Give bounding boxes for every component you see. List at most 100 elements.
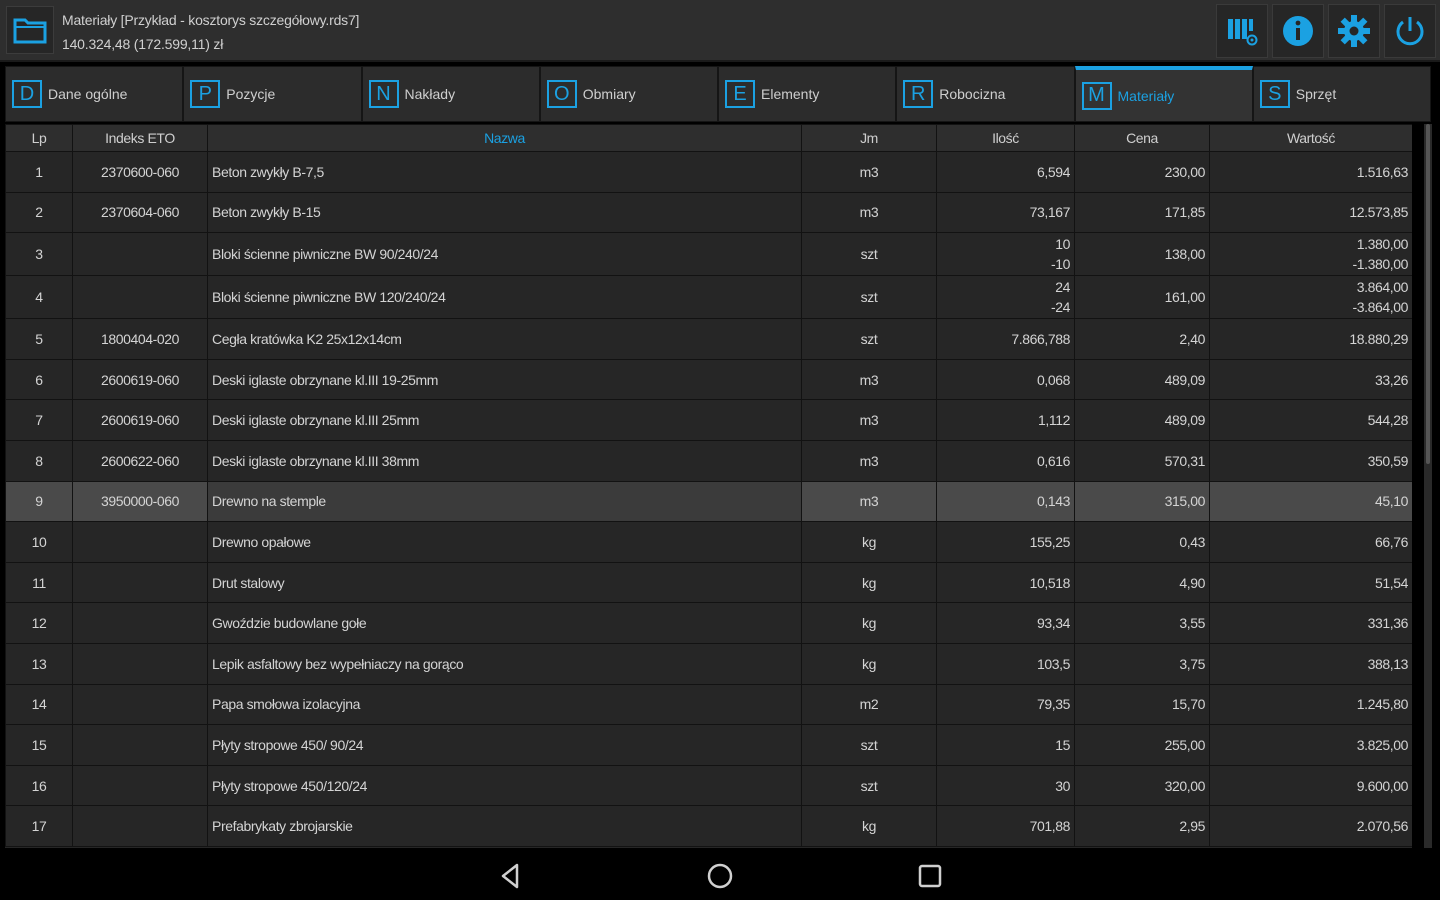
column-header-lp[interactable]: Lp [5,124,73,152]
cell-lp-value: 4 [35,289,43,306]
info-button[interactable] [1272,4,1324,58]
cell-jm-value: m3 [859,163,879,180]
cell-lp-value: 16 [31,777,47,794]
table-row[interactable]: 7 2600619-060 Deski iglaste obrzynane kl.I… [5,399,1412,441]
table-row[interactable]: 4 Bloki ścienne piwniczne BW 120/240/24 sz… [5,275,1412,320]
cell-lp: 17 [5,805,73,847]
cell-cena-value: 138,00 [1164,246,1206,263]
cell-lp: 11 [5,561,73,604]
cell-cena: 15,70 [1074,683,1210,726]
cell-ilosc: 6,594 [936,151,1075,193]
table-row[interactable]: 13 Lepik asfaltowy bez wypełniaczy na gor… [5,642,1412,685]
cell-ilosc-value: 1,112 [1038,412,1070,429]
cell-ilosc-value: -10 [1050,256,1070,273]
table-row[interactable]: 14 Papa smołowa izolacyjna m2 79,35 15,70 1.2… [5,683,1412,726]
power-button[interactable] [1384,4,1436,58]
cell-ilosc-value: 10,518 [1029,574,1071,591]
cell-jm-value: m3 [859,493,879,510]
cell-jm: m2 [801,683,937,726]
column-settings-button[interactable] [1216,4,1268,58]
cell-jm-value: kg [862,615,876,632]
back-button[interactable] [490,860,530,892]
column-header-cena[interactable]: Cena [1074,124,1210,152]
column-header-jm[interactable]: Jm [801,124,937,152]
cell-cena: 3,75 [1074,642,1210,685]
info-icon [1283,16,1313,46]
materials-table-container[interactable]: Lp Indeks ETO Nazwa Jm Ilość Cena Wartoś… [5,124,1412,848]
column-header-wartosc[interactable]: Wartość [1209,124,1412,152]
cell-wartosc-value: 18.880,29 [1349,330,1408,347]
table-row[interactable]: 16 Płyty stropowe 450/120/24 szt 30 320,00 9.… [5,764,1412,807]
cell-wartosc-value: 1.380,00 [1356,236,1409,253]
cell-wartosc-value: 388,13 [1367,655,1409,672]
open-file-button[interactable] [6,6,54,54]
settings-button[interactable] [1328,4,1380,58]
cell-nazwa: Deski iglaste obrzynane kl.III 38mm [207,439,802,482]
cell-jm: kg [801,561,937,604]
table-row[interactable]: 10 Drewno opałowe kg 155,25 0,43 66,76 [5,521,1412,563]
cell-cena-value: 171,85 [1164,204,1206,221]
column-header-nazwa[interactable]: Nazwa [207,124,802,152]
cell-jm-value: m3 [859,412,879,429]
cell-jm-value: m3 [859,371,879,388]
tab-label: Robocizna [939,86,1006,102]
cell-wartosc: 2.070,56 [1209,805,1412,847]
table-row[interactable]: 11 Drut stalowy kg 10,518 4,90 51,54 [5,561,1412,604]
table-row[interactable]: 15 Płyty stropowe 450/ 90/24 szt 15 255,00 3.… [5,724,1412,766]
cell-nazwa-value: Beton zwykły B-15 [212,204,321,221]
cell-lp-value: 10 [31,533,47,550]
tab-pozycje[interactable]: P Pozycje [183,66,362,122]
tab-elementy[interactable]: E Elementy [718,66,897,122]
cell-ilosc: 0,143 [936,480,1075,523]
tab-dane-ogolne[interactable]: D Dane ogólne [5,66,184,122]
home-icon [707,863,733,889]
cell-wartosc: 45,10 [1209,480,1412,523]
title-total: 140.324,48 (172.599,11) zł [62,36,224,52]
table-row[interactable]: 8 2600622-060 Deski iglaste obrzynane kl.I… [5,439,1412,482]
cell-jm: m3 [801,439,937,482]
system-nav-bar [0,850,1440,900]
table-row[interactable]: 2 2370604-060 Beton zwykły B-15 m3 73,167 171… [5,191,1412,234]
table-row[interactable]: 9 3950000-060 Drewno na stemple m3 0,143 315,… [5,480,1412,523]
column-header-indeks[interactable]: Indeks ETO [72,124,208,152]
tab-robocizna[interactable]: R Robocizna [896,66,1075,122]
recents-button[interactable] [910,860,950,892]
tab-sprzet[interactable]: S Sprzęt [1252,66,1431,122]
cell-ilosc-value: 7.866,788 [1011,330,1070,347]
tab-key-badge: D [12,80,42,108]
cell-wartosc-value: 544,28 [1367,412,1409,429]
cell-nazwa-value: Bloki ścienne piwniczne BW 120/240/24 [212,289,446,306]
table-row[interactable]: 3 Bloki ścienne piwniczne BW 90/240/24 szt… [5,232,1412,277]
cell-ilosc-value: -24 [1050,299,1070,316]
table-row[interactable]: 12 Gwoździe budowlane gołe kg 93,34 3,55 331,… [5,602,1412,644]
cell-cena: 0,43 [1074,521,1210,563]
tab-materialy[interactable]: M Materiały [1074,66,1253,122]
cell-ilosc-value: 93,34 [1036,615,1070,632]
cell-nazwa-value: Deski iglaste obrzynane kl.III 19-25mm [212,371,439,388]
cell-nazwa-value: Drewno opałowe [212,533,311,550]
table-scrollbar-thumb[interactable] [1426,124,1430,464]
cell-ilosc-value: 30 [1055,777,1070,794]
tab-naklady[interactable]: N Nakłady [361,66,540,122]
table-row[interactable]: 6 2600619-060 Deski iglaste obrzynane kl.I… [5,358,1412,401]
cell-lp: 16 [5,764,73,807]
cell-jm-value: kg [862,818,876,835]
table-row[interactable]: 5 1800404-020 Cegła kratówka K2 25x12x14cm… [5,318,1412,360]
cell-indeks [72,805,208,847]
cell-ilosc-value: 10 [1055,236,1070,253]
tab-obmiary[interactable]: O Obmiary [539,66,718,122]
cell-wartosc-value: 2.070,56 [1356,818,1409,835]
cell-jm-value: m3 [859,204,879,221]
table-row[interactable]: 1 2370600-060 Beton zwykły B-7,5 m3 6,594 230… [5,151,1412,193]
cell-wartosc: 51,54 [1209,561,1412,604]
cell-ilosc: 10 -10 [936,232,1075,277]
column-header-ilosc[interactable]: Ilość [936,124,1075,152]
cell-nazwa-value: Deski iglaste obrzynane kl.III 25mm [212,412,419,429]
cell-nazwa: Drut stalowy [207,561,802,604]
table-row[interactable]: 17 Prefabrykaty zbrojarskie kg 701,88 2,95 2.… [5,805,1412,847]
home-button[interactable] [700,860,740,892]
cell-wartosc: 3.825,00 [1209,724,1412,766]
cell-wartosc: 9.600,00 [1209,764,1412,807]
cell-cena-value: 320,00 [1164,777,1206,794]
cell-indeks [72,602,208,644]
